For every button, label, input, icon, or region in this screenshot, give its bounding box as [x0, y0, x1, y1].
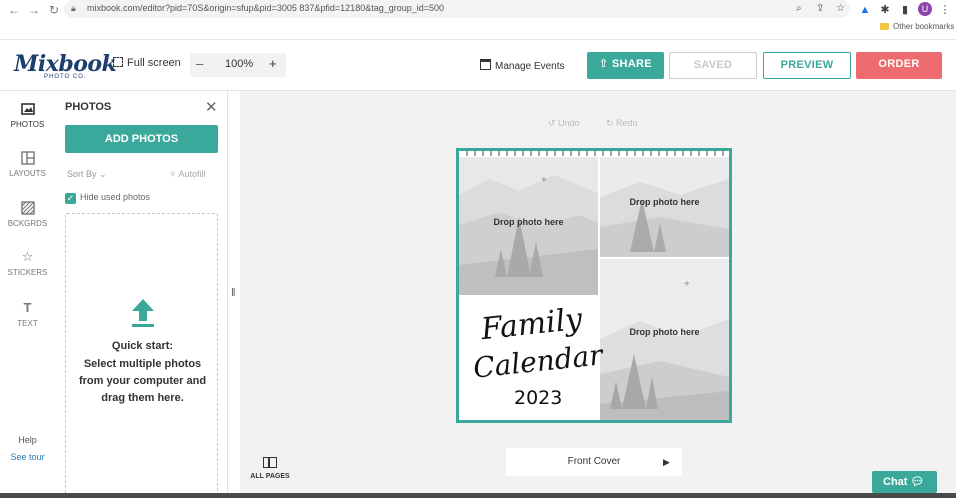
zoom-level: 100%	[225, 58, 254, 70]
magic-wand-icon: ✧	[169, 169, 179, 179]
see-tour-link[interactable]: See tour	[0, 452, 55, 462]
star-icon: ☆	[21, 249, 34, 264]
zoom-out-button[interactable]: –	[196, 56, 203, 71]
zoom-control: – 100% +	[190, 53, 286, 77]
forward-icon[interactable]: →	[26, 3, 42, 17]
other-bookmarks[interactable]: Other bookmarks	[880, 22, 954, 31]
drop-photo-label: Drop photo here	[493, 217, 564, 227]
bookmark-star-icon[interactable]: ☆	[836, 3, 845, 14]
os-taskbar	[0, 493, 956, 498]
title-text-box[interactable]: Family Calendar 2023	[459, 297, 604, 420]
rail-item-photos[interactable]: PHOTOS	[0, 102, 55, 129]
tool-rail: PHOTOS LAYOUTS BCKGRDS ☆ STICKERS T TEXT…	[0, 91, 55, 498]
rail-item-stickers[interactable]: ☆ STICKERS	[0, 249, 55, 278]
placeholder-landscape	[600, 259, 729, 420]
chat-bubble-icon: 💬︎	[910, 476, 925, 488]
hide-used-photos-checkbox[interactable]: ✓ Hide used photos	[65, 192, 150, 204]
undo-button[interactable]: ↺ Undo	[548, 118, 580, 129]
url-text[interactable]: mixbook.com/editor?pid=70S&origin=sfup&p…	[87, 3, 444, 13]
rail-item-backgrounds[interactable]: BCKGRDS	[0, 201, 55, 228]
browser-chrome: ← → ↻ 🔒︎ mixbook.com/editor?pid=70S&orig…	[0, 0, 956, 40]
photo-dropzone[interactable]: Quick start: Select multiple photos from…	[65, 213, 218, 495]
back-icon[interactable]: ←	[6, 3, 22, 17]
chat-button[interactable]: Chat 💬︎	[872, 471, 937, 493]
next-page-icon[interactable]: ▶	[663, 448, 670, 476]
folder-icon	[880, 23, 889, 31]
order-button[interactable]: ORDER	[856, 52, 942, 79]
rail-item-text[interactable]: T TEXT	[0, 300, 55, 329]
close-icon[interactable]: ✕	[205, 98, 218, 116]
all-pages-button[interactable]: ALL PAGES	[249, 457, 291, 480]
fullscreen-icon	[113, 57, 123, 67]
upload-share-icon: ⇧	[599, 58, 612, 70]
title-line-family: Family	[479, 301, 584, 348]
share-page-icon[interactable]: ⇪	[816, 3, 824, 14]
sort-by-dropdown[interactable]: Sort By ⌄	[67, 169, 107, 180]
address-bar[interactable]: 🔒︎ mixbook.com/editor?pid=70S&origin=sfu…	[64, 0, 850, 18]
menu-kebab-icon[interactable]: ⋮	[938, 3, 952, 17]
drive-icon[interactable]: ▲	[858, 3, 872, 17]
quick-start-title: Quick start:	[111, 340, 174, 352]
extensions-icon[interactable]: ✱	[878, 3, 892, 17]
sidepanel-icon[interactable]: ▮	[898, 3, 912, 17]
chevron-down-icon: ⌄	[99, 169, 107, 179]
placeholder-landscape	[600, 157, 729, 257]
drop-photo-label: Drop photo here	[629, 327, 700, 337]
lock-icon: 🔒︎	[71, 3, 76, 13]
photo-slot[interactable]: + Drop photo here	[459, 157, 598, 295]
upload-arrow-icon	[132, 299, 154, 327]
rail-item-layouts[interactable]: LAYOUTS	[0, 151, 55, 178]
redo-button[interactable]: ↻ Redo	[606, 118, 638, 129]
quick-start-text: Select multiple photos from your compute…	[78, 358, 207, 404]
background-icon	[20, 201, 35, 215]
drop-photo-label: Drop photo here	[629, 197, 700, 207]
share-button[interactable]: ⇧ SHARE	[587, 52, 664, 79]
autofill-button[interactable]: ✧ Autofill	[169, 169, 206, 180]
manage-events-button[interactable]: Manage Events	[480, 59, 565, 72]
calendar-icon	[480, 59, 491, 70]
search-icon[interactable]: ⌕	[796, 3, 802, 14]
help-label: Help	[18, 435, 37, 445]
preview-button[interactable]: PREVIEW	[763, 52, 851, 79]
drag-handle-icon: ‖	[231, 287, 236, 299]
logo-subtitle: PHOTO CO.	[44, 74, 87, 80]
panel-title: PHOTOS	[65, 101, 112, 113]
add-photos-button[interactable]: ADD PHOTOS	[65, 125, 218, 153]
text-icon: T	[23, 300, 32, 315]
editor-workspace: ↺ Undo ↻ Redo + Drop photo here Drop pho…	[240, 91, 956, 498]
profile-avatar[interactable]: U	[918, 2, 932, 16]
title-year: 2023	[514, 387, 563, 409]
plus-icon: +	[684, 279, 690, 290]
panel-resize-handle[interactable]: ‖	[228, 91, 240, 498]
photo-slot[interactable]: + Drop photo here	[600, 259, 729, 420]
photo-slot[interactable]: Drop photo here	[600, 157, 729, 257]
reload-icon[interactable]: ↻	[46, 3, 62, 17]
page-selector[interactable]: Front Cover ▶	[506, 448, 682, 476]
undo-icon: ↺	[548, 118, 559, 128]
layout-icon	[20, 151, 35, 165]
photos-panel: PHOTOS ✕ ADD PHOTOS Sort By ⌄ ✧ Autofill…	[55, 91, 228, 498]
plus-icon: +	[541, 175, 547, 186]
saved-button[interactable]: SAVED	[669, 52, 757, 79]
zoom-in-button[interactable]: +	[269, 56, 277, 71]
book-icon	[263, 457, 277, 468]
app-header: Mixbook PHOTO CO. Full screen – 100% + M…	[0, 40, 956, 91]
checkmark-icon: ✓	[65, 193, 76, 204]
calendar-cover-page[interactable]: + Drop photo here Drop photo here + Drop…	[456, 148, 732, 423]
redo-icon: ↻	[606, 118, 617, 128]
image-icon	[20, 102, 35, 116]
full-screen-button[interactable]: Full screen	[113, 57, 181, 69]
